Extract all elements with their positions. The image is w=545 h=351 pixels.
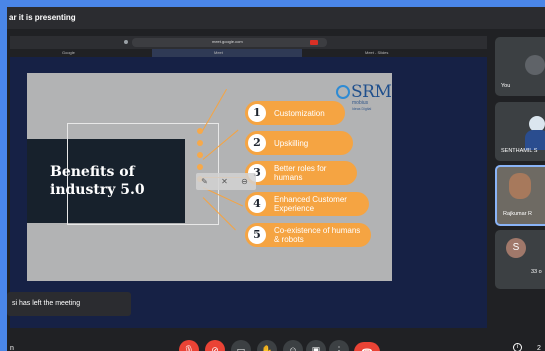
connector-dot xyxy=(197,164,203,170)
active-tab-label: Meet xyxy=(214,50,223,55)
avatar xyxy=(525,55,545,75)
avatar-body xyxy=(525,130,545,150)
participants-count: 2 xyxy=(537,345,541,351)
end-call-button[interactable]: ☎ xyxy=(354,342,380,351)
participant-tile-others[interactable]: S 33 o xyxy=(495,230,545,289)
info-icon[interactable]: i xyxy=(513,343,522,351)
right-tab-label: Meet - Slides xyxy=(365,50,389,55)
benefit-label: Customization xyxy=(274,108,325,118)
participant-tile-you[interactable]: You xyxy=(495,37,545,96)
logo-subtitle-2: Ideas Digital xyxy=(352,107,372,111)
participant-name: Rajkumar R xyxy=(503,211,533,217)
active-tab: Meet xyxy=(152,49,302,57)
meeting-info-text: n xyxy=(10,345,14,351)
shared-browser-tabs: Google Meet Meet - Slides xyxy=(10,49,487,57)
refresh-icon xyxy=(124,40,128,44)
participant-name: You xyxy=(501,83,511,89)
benefit-number: 5 xyxy=(247,225,267,245)
logo-text: SRM xyxy=(351,82,392,102)
shared-browser-toolbar: meet.google.com xyxy=(10,36,487,49)
window-title: ar it is presenting xyxy=(9,13,76,22)
participant-name: SENTHAMIL S xyxy=(501,148,538,154)
avatar xyxy=(509,173,531,199)
notification-toast: si has left the meeting xyxy=(7,292,131,316)
benefit-label: Upskilling xyxy=(274,138,309,148)
benefit-pill-1: 1 Customization xyxy=(245,101,345,125)
left-tab-label: Google xyxy=(62,50,75,55)
benefit-label: Co-existence of humans & robots xyxy=(274,226,361,244)
benefit-label: Better roles for humans xyxy=(274,164,327,182)
srm-logo: SRM mobius Ideas Digital xyxy=(336,81,396,113)
participant-tile-senthamil[interactable]: SENTHAMIL S xyxy=(495,102,545,161)
slide-title: Benefits of industry 5.0 xyxy=(50,164,145,198)
benefit-pill-4: 4 Enhanced Customer Experience xyxy=(245,192,369,216)
connector-dot xyxy=(197,140,203,146)
title-bar xyxy=(7,7,545,29)
benefit-number: 4 xyxy=(247,194,267,214)
window-frame-top xyxy=(0,0,545,7)
benefit-label: Enhanced Customer Experience xyxy=(274,195,347,213)
avatar-initial: S xyxy=(506,238,526,258)
benefit-pill-5: 5 Co-existence of humans & robots xyxy=(245,223,371,247)
address-bar: meet.google.com xyxy=(132,38,327,47)
benefit-number: 1 xyxy=(247,103,267,123)
benefit-pill-2: 2 Upskilling xyxy=(245,131,353,155)
connector-dot xyxy=(197,128,203,134)
connector-dots xyxy=(197,128,205,208)
logo-mark-icon xyxy=(336,85,350,99)
benefit-pill-3: 3 Better roles for humans xyxy=(245,161,357,185)
address-text: meet.google.com xyxy=(212,39,243,44)
connector-dot xyxy=(197,152,203,158)
benefit-number: 2 xyxy=(247,133,267,153)
pin-icon[interactable]: ✎ xyxy=(200,177,209,186)
logo-subtitle: mobius Ideas Digital xyxy=(352,100,371,112)
tile-hover-controls: ✎ ✕ ⊖ xyxy=(196,173,256,190)
participant-tile-rajkumar[interactable]: Rajkumar R xyxy=(495,165,545,226)
mute-icon[interactable]: ✕ xyxy=(220,177,229,186)
participant-name: 33 o xyxy=(531,269,542,275)
recording-icon xyxy=(310,40,318,45)
window-frame-left xyxy=(0,0,7,351)
remove-icon[interactable]: ⊖ xyxy=(240,177,249,186)
notification-text: si has left the meeting xyxy=(12,300,81,307)
